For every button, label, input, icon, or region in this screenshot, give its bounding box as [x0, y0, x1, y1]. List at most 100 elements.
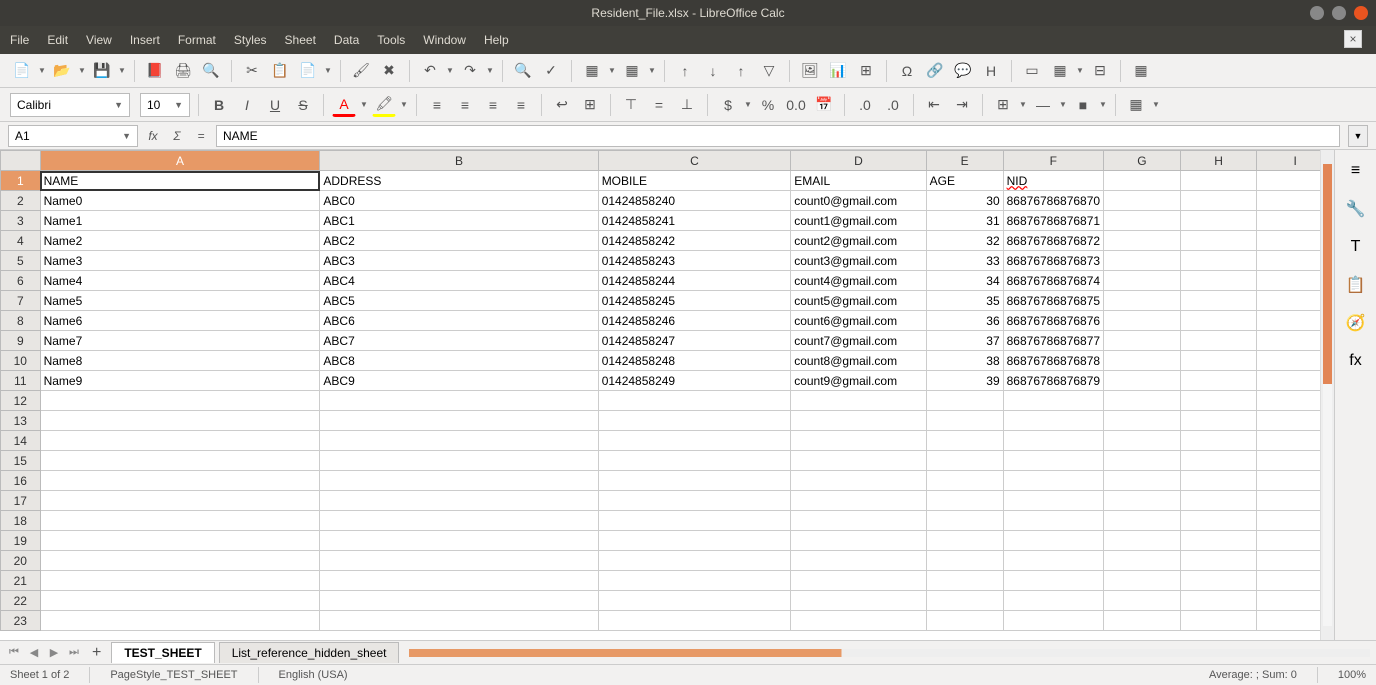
new-icon[interactable]: 📄 — [10, 59, 34, 83]
valign-top-icon[interactable]: ⊤ — [619, 93, 643, 117]
cell-B9[interactable]: ABC7 — [320, 331, 598, 351]
strike-icon[interactable]: S — [291, 93, 315, 117]
cell-B5[interactable]: ABC3 — [320, 251, 598, 271]
cell-D19[interactable] — [791, 531, 926, 551]
cell-D15[interactable] — [791, 451, 926, 471]
redo-dropdown[interactable]: ▼ — [486, 66, 494, 75]
cell-F17[interactable] — [1003, 491, 1103, 511]
cell-H10[interactable] — [1180, 351, 1257, 371]
cell-A15[interactable] — [40, 451, 320, 471]
cell-F20[interactable] — [1003, 551, 1103, 571]
paste-dropdown[interactable]: ▼ — [324, 66, 332, 75]
cell-B21[interactable] — [320, 571, 598, 591]
cell-D12[interactable] — [791, 391, 926, 411]
cell-F1[interactable]: NID — [1003, 171, 1103, 191]
cell-D21[interactable] — [791, 571, 926, 591]
border-style-icon[interactable]: — — [1031, 93, 1055, 117]
sort-asc-icon[interactable]: ↑ — [673, 59, 697, 83]
column-header-G[interactable]: G — [1104, 151, 1181, 171]
cell-H9[interactable] — [1180, 331, 1257, 351]
cell-A18[interactable] — [40, 511, 320, 531]
cell-G8[interactable] — [1104, 311, 1181, 331]
highlight-icon[interactable]: 🖍 — [372, 93, 396, 117]
cell-B4[interactable]: ABC2 — [320, 231, 598, 251]
increase-indent-icon[interactable]: ⇥ — [950, 93, 974, 117]
status-summary[interactable]: Average: ; Sum: 0 — [1209, 669, 1297, 681]
column-header-H[interactable]: H — [1180, 151, 1257, 171]
cell-B13[interactable] — [320, 411, 598, 431]
cell-H22[interactable] — [1180, 591, 1257, 611]
save-dropdown[interactable]: ▼ — [118, 66, 126, 75]
clone-formatting-icon[interactable]: 🖌 — [349, 59, 373, 83]
grid[interactable]: ABCDEFGHI1NAMEADDRESSMOBILEEMAILAGENID2N… — [0, 150, 1334, 640]
autofilter-icon[interactable]: ▽ — [757, 59, 781, 83]
tab-first-icon[interactable]: ⏮ — [6, 645, 22, 661]
row-header-10[interactable]: 10 — [1, 351, 41, 371]
paste-icon[interactable]: 📄 — [296, 59, 320, 83]
cell-E2[interactable]: 30 — [926, 191, 1003, 211]
status-zoom[interactable]: 100% — [1338, 669, 1366, 681]
cell-D14[interactable] — [791, 431, 926, 451]
cell-C23[interactable] — [598, 611, 791, 631]
cell-F16[interactable] — [1003, 471, 1103, 491]
row-header-21[interactable]: 21 — [1, 571, 41, 591]
menu-data[interactable]: Data — [334, 33, 359, 47]
font-color-dropdown[interactable]: ▼ — [360, 100, 368, 109]
row-header-11[interactable]: 11 — [1, 371, 41, 391]
cell-C21[interactable] — [598, 571, 791, 591]
cell-H12[interactable] — [1180, 391, 1257, 411]
cell-E10[interactable]: 38 — [926, 351, 1003, 371]
tab-next-icon[interactable]: ▶ — [46, 645, 62, 661]
cell-E19[interactable] — [926, 531, 1003, 551]
cell-B19[interactable] — [320, 531, 598, 551]
cell-E7[interactable]: 35 — [926, 291, 1003, 311]
row-header-18[interactable]: 18 — [1, 511, 41, 531]
date-format-icon[interactable]: 📅 — [812, 93, 836, 117]
sidebar-styles-icon[interactable]: T — [1343, 234, 1369, 260]
print-icon[interactable]: 🖨 — [171, 59, 195, 83]
font-color-icon[interactable]: A — [332, 93, 356, 117]
cell-B14[interactable] — [320, 431, 598, 451]
cell-G19[interactable] — [1104, 531, 1181, 551]
cell-G6[interactable] — [1104, 271, 1181, 291]
cell-B15[interactable] — [320, 451, 598, 471]
cell-E3[interactable]: 31 — [926, 211, 1003, 231]
cell-H20[interactable] — [1180, 551, 1257, 571]
cell-A10[interactable]: Name8 — [40, 351, 320, 371]
cell-G1[interactable] — [1104, 171, 1181, 191]
open-icon[interactable]: 📂 — [50, 59, 74, 83]
cell-B10[interactable]: ABC8 — [320, 351, 598, 371]
cell-H16[interactable] — [1180, 471, 1257, 491]
status-page-style[interactable]: PageStyle_TEST_SHEET — [110, 669, 237, 681]
cell-A16[interactable] — [40, 471, 320, 491]
cell-B3[interactable]: ABC1 — [320, 211, 598, 231]
row-header-2[interactable]: 2 — [1, 191, 41, 211]
borders-dropdown[interactable]: ▼ — [1019, 100, 1027, 109]
new-dropdown[interactable]: ▼ — [38, 66, 46, 75]
row-header-6[interactable]: 6 — [1, 271, 41, 291]
cell-A14[interactable] — [40, 431, 320, 451]
cut-icon[interactable]: ✂ — [240, 59, 264, 83]
cell-B16[interactable] — [320, 471, 598, 491]
cell-E4[interactable]: 32 — [926, 231, 1003, 251]
formula-icon[interactable]: = — [192, 129, 210, 143]
copy-icon[interactable]: 📋 — [268, 59, 292, 83]
cell-D18[interactable] — [791, 511, 926, 531]
chart-icon[interactable]: 📊 — [826, 59, 850, 83]
row-header-17[interactable]: 17 — [1, 491, 41, 511]
cell-C17[interactable] — [598, 491, 791, 511]
menu-help[interactable]: Help — [484, 33, 509, 47]
formula-input[interactable]: NAME — [216, 125, 1340, 147]
cell-A6[interactable]: Name4 — [40, 271, 320, 291]
cell-E20[interactable] — [926, 551, 1003, 571]
cell-C3[interactable]: 01424858241 — [598, 211, 791, 231]
menu-window[interactable]: Window — [423, 33, 466, 47]
menu-styles[interactable]: Styles — [234, 33, 267, 47]
expand-formula-bar-icon[interactable]: ▼ — [1348, 125, 1368, 147]
sort-icon[interactable]: ↑ — [729, 59, 753, 83]
cell-F12[interactable] — [1003, 391, 1103, 411]
row-header-4[interactable]: 4 — [1, 231, 41, 251]
cell-G23[interactable] — [1104, 611, 1181, 631]
cell-H7[interactable] — [1180, 291, 1257, 311]
row-header-22[interactable]: 22 — [1, 591, 41, 611]
